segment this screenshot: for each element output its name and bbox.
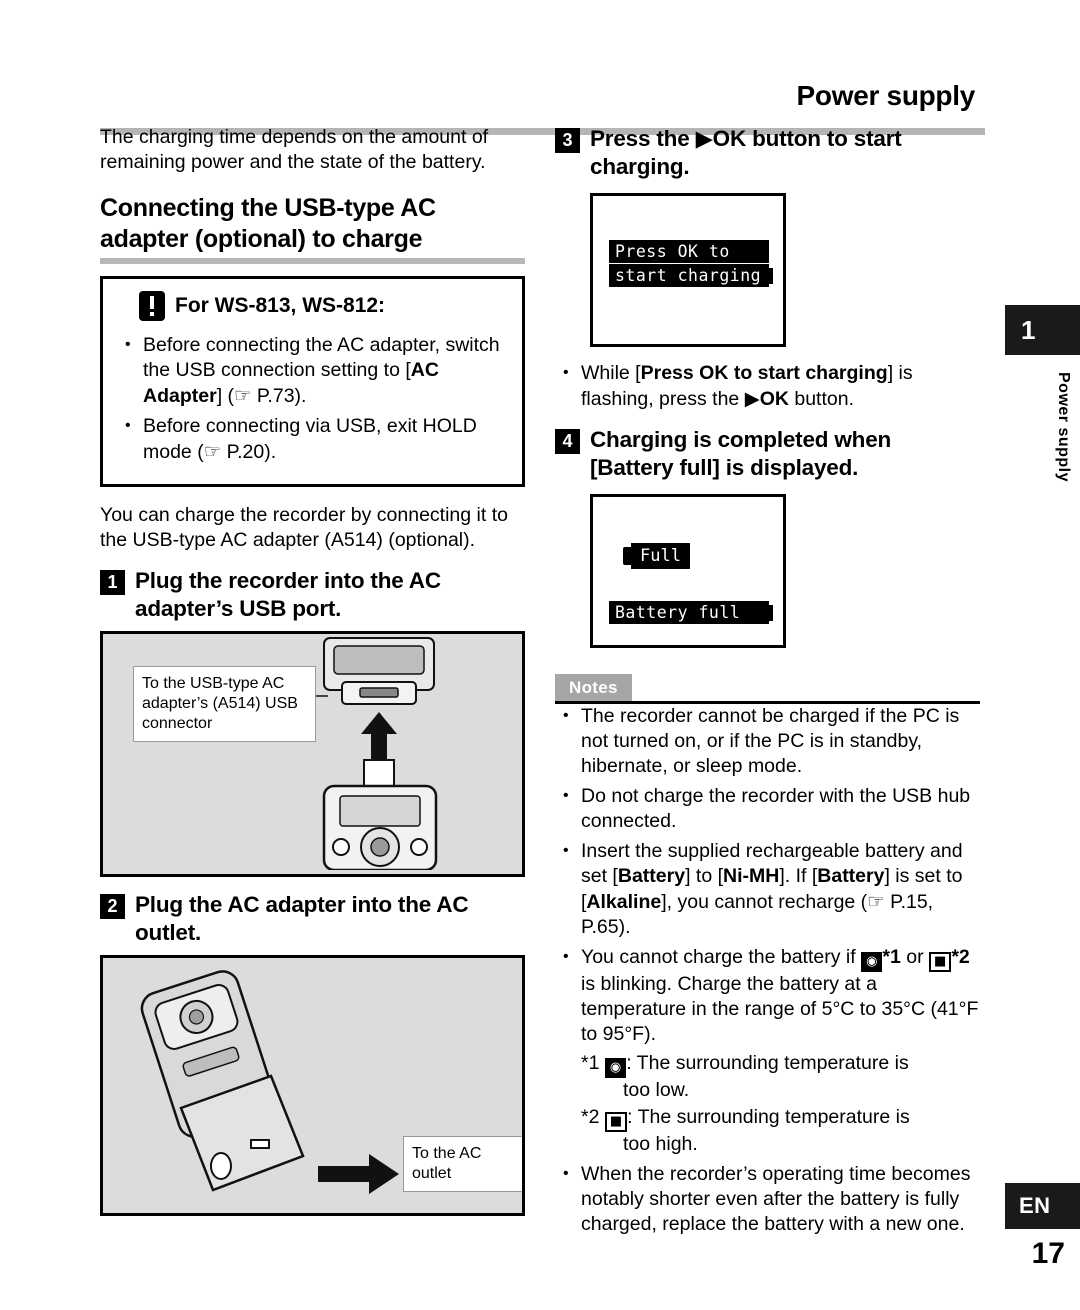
list-item: The recorder cannot be charged if the PC… xyxy=(555,703,980,779)
callout-usb-connector: To the USB-type AC adapter’s (A514) USB … xyxy=(133,666,316,742)
language-tab: EN xyxy=(1005,1183,1080,1229)
charge-paragraph: You can charge the recorder by connectin… xyxy=(100,504,508,551)
model-note-title: For WS-813, WS-812: xyxy=(175,294,386,317)
step-2-text: Plug the AC adapter into the AC outlet. xyxy=(135,892,469,945)
chapter-tab: 1 xyxy=(1005,305,1080,355)
chapter-number: 1 xyxy=(1021,315,1036,345)
step-3: 3 Press the ▶OK button to start charging… xyxy=(555,125,980,181)
lcd-line-2: start charging xyxy=(609,264,769,287)
step-3-bullets: While [Press OK to start charging] is fl… xyxy=(555,360,980,412)
notes-list: The recorder cannot be charged if the PC… xyxy=(555,703,980,1237)
notes-header: Notes xyxy=(555,674,980,704)
callout-ac-outlet: To the AC outlet xyxy=(403,1136,522,1192)
step-4-text: Charging is completed when [Battery full… xyxy=(590,427,892,480)
pointer-icon: ☞ xyxy=(203,440,222,463)
language-label: EN xyxy=(1019,1193,1051,1218)
list-item: You cannot charge the battery if ◉*1 or … xyxy=(555,944,980,1157)
section-heading-rule xyxy=(100,258,525,264)
footnote-2: *2 ■: The surrounding temperature is too… xyxy=(581,1106,910,1155)
list-item: While [Press OK to start charging] is fl… xyxy=(555,360,980,412)
temp-high-icon: ■ xyxy=(929,952,952,972)
step-1-number: 1 xyxy=(100,570,125,595)
page-header: Power supply xyxy=(0,40,1080,135)
right-column: 3 Press the ▶OK button to start charging… xyxy=(555,125,980,1242)
play-icon: ▶ xyxy=(695,126,713,152)
step-3-text: Press the ▶OK button to start charging. xyxy=(590,126,902,179)
chapter-vertical-label: Power supply xyxy=(1055,372,1072,483)
pointer-icon: ☞ xyxy=(234,384,252,407)
step-1: 1 Plug the recorder into the AC adapter’… xyxy=(100,567,525,623)
step-2-number: 2 xyxy=(100,894,125,919)
page-number: 17 xyxy=(1031,1237,1065,1270)
lcd-battery-full: Full Battery full xyxy=(590,494,786,648)
figure-ac-outlet: To the AC outlet xyxy=(100,955,525,1216)
play-icon: ▶ xyxy=(744,387,760,410)
list-item: When the recorder’s operating time becom… xyxy=(555,1161,980,1237)
temp-high-icon: ■ xyxy=(604,1112,628,1132)
temp-low-icon: ◉ xyxy=(861,952,883,972)
model-note-bullets: Before connecting the AC adapter, switch… xyxy=(117,332,508,465)
exclamation-icon xyxy=(139,291,165,321)
pointer-icon: ☞ xyxy=(867,890,885,913)
list-item: Insert the supplied rechargeable battery… xyxy=(555,838,980,940)
model-note-box: For WS-813, WS-812: Before connecting th… xyxy=(100,276,525,487)
intro-paragraph: The charging time depends on the amount … xyxy=(100,126,489,173)
figure-recorder-usb: To the USB-type AC adapter’s (A514) USB … xyxy=(100,631,525,877)
page-title: Power supply xyxy=(796,80,976,111)
lcd-battery-full-text: Battery full xyxy=(609,601,769,624)
notes-tag: Notes xyxy=(555,674,632,703)
battery-full-icon: Full xyxy=(623,543,690,569)
lcd-press-ok: Press OK to start charging xyxy=(590,193,786,347)
footnote-1: *1 ◉: The surrounding temperature is too… xyxy=(581,1052,909,1101)
step-3-number: 3 xyxy=(555,128,580,153)
left-column: The charging time depends on the amount … xyxy=(100,125,525,1216)
step-2: 2 Plug the AC adapter into the AC outlet… xyxy=(100,891,525,947)
list-item: Do not charge the recorder with the USB … xyxy=(555,783,980,834)
section-heading: Connecting the USB-type AC adapter (opti… xyxy=(100,194,436,253)
lcd-line-1: Press OK to xyxy=(609,240,769,263)
step-4: 4 Charging is completed when [Battery fu… xyxy=(555,426,980,482)
model-note-title-row: For WS-813, WS-812: xyxy=(117,291,508,321)
list-item: Before connecting the AC adapter, switch… xyxy=(117,332,508,409)
step-4-number: 4 xyxy=(555,429,580,454)
step-1-text: Plug the recorder into the AC adapter’s … xyxy=(135,568,441,621)
temp-low-icon: ◉ xyxy=(604,1058,627,1078)
list-item: Before connecting via USB, exit HOLD mod… xyxy=(117,413,508,465)
lcd-full-label: Full xyxy=(631,543,690,569)
